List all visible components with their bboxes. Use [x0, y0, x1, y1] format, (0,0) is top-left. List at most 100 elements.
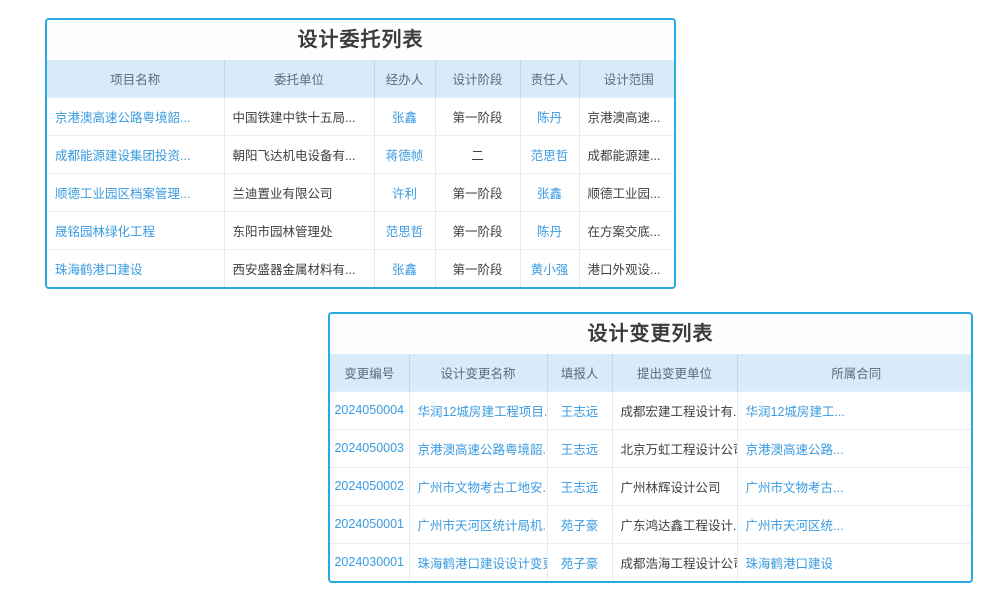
table-row: 晟铭园林绿化工程东阳市园林管理处范思哲第一阶段陈丹在方案交底...: [47, 211, 676, 249]
reporter-link[interactable]: 王志远: [561, 443, 599, 457]
change-table-grid: 变更编号设计变更名称填报人提出变更单位所属合同 2024050004 华润12城房建…: [330, 354, 973, 581]
cell-project-name: 晟铭园林绿化工程: [47, 211, 224, 249]
change-name-link[interactable]: 华润12城房建工程项目...: [418, 405, 548, 419]
cell-design-phase: 第一阶段: [435, 249, 520, 287]
reporter-link[interactable]: 苑子豪: [561, 557, 599, 571]
table-row: 2024050004 华润12城房建工程项目... 王志远 成都宏建工程设计有... 华…: [330, 391, 973, 429]
proposing-unit-text: 成都浩海工程设计公司: [621, 557, 738, 571]
project-name-link[interactable]: 珠海鹤港口建设: [55, 263, 143, 277]
reporter-link[interactable]: 苑子豪: [561, 519, 599, 533]
cell-reporter: 王志远: [547, 467, 612, 505]
contract-link[interactable]: 广州市天河区统...: [746, 519, 844, 533]
table-row: 2024030001 珠海鹤港口建设设计变更苑子豪 成都浩海工程设计公司珠海鹤港口建…: [330, 543, 973, 581]
cell-client-unit: 中国铁建中铁十五局...: [224, 97, 374, 135]
contract-link[interactable]: 京港澳高速公路...: [746, 443, 844, 457]
cell-owner: 范思哲: [520, 135, 579, 173]
table-row: 顺德工业园区档案管理... 兰迪置业有限公司 许利 第一阶段 张鑫 顺德工业园...: [47, 173, 676, 211]
table-row: 成都能源建设集团投资...朝阳飞达机电设备有...蒋德帧二范思哲成都能源建...: [47, 135, 676, 173]
cell-project-name: 珠海鹤港口建设: [47, 249, 224, 287]
reporter-link[interactable]: 王志远: [561, 481, 599, 495]
cell-change-id: 2024030001: [330, 543, 409, 581]
cell-handler: 范思哲: [374, 211, 435, 249]
design-scope-text: 港口外观设...: [588, 263, 661, 277]
table-row: 2024050002 广州市文物考古工地安... 王志远广州林辉设计公司广州市文物考…: [330, 467, 973, 505]
project-name-link[interactable]: 顺德工业园区档案管理...: [55, 187, 190, 201]
change-id-link[interactable]: 2024050003: [334, 441, 404, 455]
handler-link[interactable]: 许利: [392, 187, 417, 201]
column-header-project-name: 项目名称: [47, 60, 224, 97]
contract-link[interactable]: 华润12城房建工...: [746, 405, 845, 419]
cell-reporter: 王志远: [547, 429, 612, 467]
client-unit-text: 西安盛器金属材料有...: [233, 263, 356, 277]
cell-owner: 黄小强: [520, 249, 579, 287]
proposing-unit-text: 成都宏建工程设计有...: [621, 405, 738, 419]
owner-link[interactable]: 张鑫: [537, 187, 562, 201]
owner-link[interactable]: 陈丹: [537, 111, 562, 125]
project-name-link[interactable]: 晟铭园林绿化工程: [55, 225, 155, 239]
design-scope-text: 成都能源建...: [588, 149, 661, 163]
design-commission-panel: 设计委托列表 项目名称委托单位经办人设计阶段责任人设计范围京港澳高速公路粤境韶.…: [45, 18, 676, 289]
column-header-owner: 责任人: [520, 60, 579, 97]
proposing-unit-text: 广东鸿达鑫工程设计...: [621, 519, 738, 533]
cell-contract: 广州市文物考古...: [737, 467, 973, 505]
design-phase-text: 第一阶段: [452, 263, 502, 277]
reporter-link[interactable]: 王志远: [561, 405, 599, 419]
cell-design-phase: 第一阶段: [435, 173, 520, 211]
handler-link[interactable]: 蒋德帧: [386, 149, 424, 163]
cell-proposing-unit: 成都宏建工程设计有...: [612, 391, 737, 429]
owner-link[interactable]: 陈丹: [537, 225, 562, 239]
client-unit-text: 朝阳飞达机电设备有...: [233, 149, 356, 163]
cell-client-unit: 兰迪置业有限公司: [224, 173, 374, 211]
cell-design-scope: 港口外观设...: [579, 249, 676, 287]
client-unit-text: 兰迪置业有限公司: [233, 187, 333, 201]
project-name-link[interactable]: 京港澳高速公路粤境韶...: [55, 111, 190, 125]
cell-design-scope: 在方案交底...: [579, 211, 676, 249]
cell-change-name: 华润12城房建工程项目...: [409, 391, 547, 429]
cell-owner: 张鑫: [520, 173, 579, 211]
column-header-proposing-unit: 提出变更单位: [612, 354, 737, 391]
cell-proposing-unit: 北京万虹工程设计公司: [612, 429, 737, 467]
owner-link[interactable]: 范思哲: [531, 149, 569, 163]
change-id-link[interactable]: 2024030001: [334, 555, 404, 569]
design-phase-text: 第一阶段: [452, 187, 502, 201]
change-name-link[interactable]: 京港澳高速公路粤境韶...: [418, 443, 548, 457]
table-row: 京港澳高速公路粤境韶... 中国铁建中铁十五局... 张鑫 第一阶段 陈丹 京港澳高速..…: [47, 97, 676, 135]
header-row: 变更编号设计变更名称填报人提出变更单位所属合同: [330, 354, 973, 391]
contract-link[interactable]: 珠海鹤港口建设: [746, 557, 834, 571]
cell-change-name: 广州市天河区统计局机...: [409, 505, 547, 543]
change-id-link[interactable]: 2024050002: [334, 479, 404, 493]
cell-design-scope: 成都能源建...: [579, 135, 676, 173]
cell-owner: 陈丹: [520, 97, 579, 135]
header-row: 项目名称委托单位经办人设计阶段责任人设计范围: [47, 60, 676, 97]
change-name-link[interactable]: 广州市文物考古工地安...: [418, 481, 548, 495]
change-name-link[interactable]: 广州市天河区统计局机...: [418, 519, 548, 533]
column-header-contract: 所属合同: [737, 354, 973, 391]
handler-link[interactable]: 张鑫: [392, 263, 417, 277]
cell-client-unit: 朝阳飞达机电设备有...: [224, 135, 374, 173]
project-name-link[interactable]: 成都能源建设集团投资...: [55, 149, 190, 163]
owner-link[interactable]: 黄小强: [531, 263, 569, 277]
proposing-unit-text: 北京万虹工程设计公司: [621, 443, 738, 457]
commission-panel-title: 设计委托列表: [47, 20, 674, 60]
cell-project-name: 顺德工业园区档案管理...: [47, 173, 224, 211]
handler-link[interactable]: 范思哲: [386, 225, 424, 239]
cell-design-phase: 第一阶段: [435, 211, 520, 249]
change-id-link[interactable]: 2024050001: [334, 517, 404, 531]
column-header-design-phase: 设计阶段: [435, 60, 520, 97]
handler-link[interactable]: 张鑫: [392, 111, 417, 125]
change-id-link[interactable]: 2024050004: [334, 403, 404, 417]
design-scope-text: 顺德工业园...: [588, 187, 661, 201]
change-panel-title: 设计变更列表: [330, 314, 971, 354]
table-row: 2024050003 京港澳高速公路粤境韶... 王志远 北京万虹工程设计公司京港澳高…: [330, 429, 973, 467]
contract-link[interactable]: 广州市文物考古...: [746, 481, 844, 495]
cell-reporter: 苑子豪: [547, 543, 612, 581]
cell-reporter: 王志远: [547, 391, 612, 429]
cell-change-id: 2024050002: [330, 467, 409, 505]
design-scope-text: 在方案交底...: [588, 225, 661, 239]
column-header-design-scope: 设计范围: [579, 60, 676, 97]
change-name-link[interactable]: 珠海鹤港口建设设计变更: [418, 557, 548, 571]
cell-change-name: 珠海鹤港口建设设计变更: [409, 543, 547, 581]
design-scope-text: 京港澳高速...: [588, 111, 661, 125]
cell-proposing-unit: 广州林辉设计公司: [612, 467, 737, 505]
cell-design-phase: 第一阶段: [435, 97, 520, 135]
